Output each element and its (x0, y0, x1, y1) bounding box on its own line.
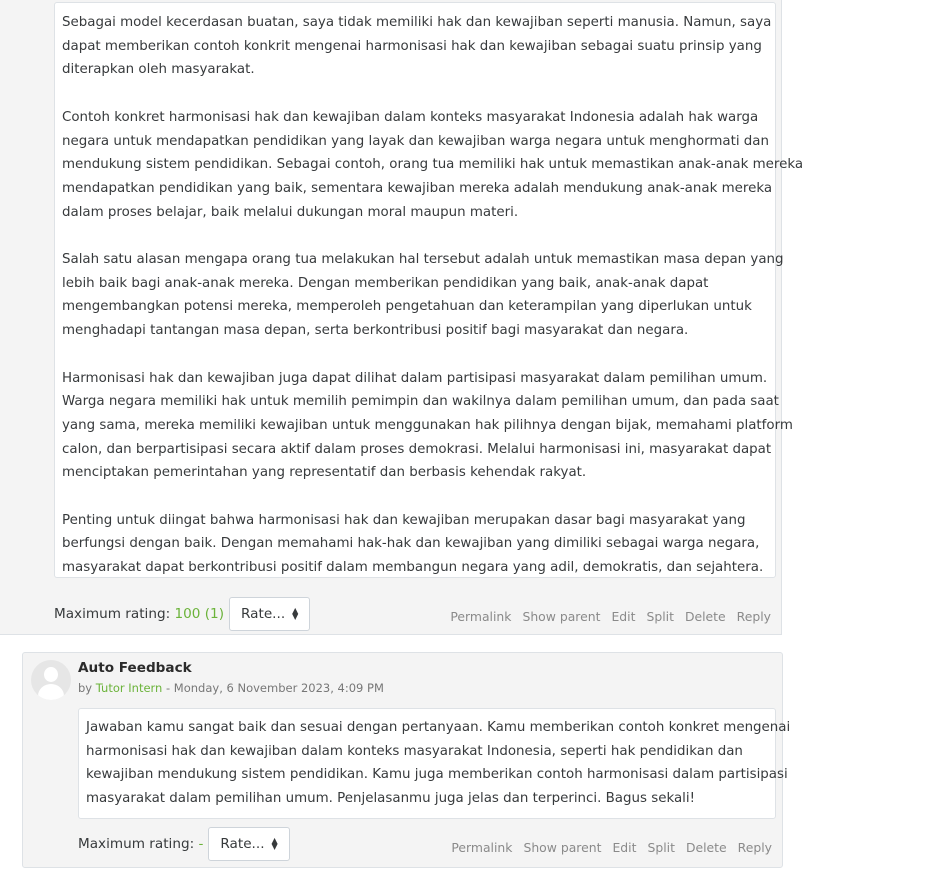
post-title: Auto Feedback (78, 660, 192, 676)
text-line: Warga negara memiliki hak untuk memilih … (62, 394, 779, 410)
show-parent-link[interactable]: Show parent (523, 840, 601, 855)
reply-link[interactable]: Reply (737, 609, 771, 624)
author-link[interactable]: Tutor Intern (96, 681, 163, 695)
rating-label: Maximum rating: (54, 606, 171, 622)
text-line: mengembangkan potensi mereka, memperoleh… (62, 299, 752, 315)
text-line: berfungsi dengan baik. Dengan memahami h… (62, 536, 760, 552)
paragraph: Harmonisasi hak dan kewajiban juga dapat… (62, 367, 793, 486)
post-footer: Maximum rating: 100 (1) Rate... ▲ ▼ (54, 597, 311, 631)
text-line: Sebagai model kecerdasan buatan, saya ti… (62, 15, 772, 30)
split-link[interactable]: Split (646, 609, 673, 624)
text-line: masyarakat dalam pemilihan umum. Penjela… (86, 791, 695, 807)
text-line: Jawaban kamu sangat baik dan sesuai deng… (86, 720, 791, 735)
select-arrows-icon: ▲ ▼ (292, 606, 299, 621)
rate-select-value: Rate... (241, 606, 286, 622)
delete-link[interactable]: Delete (686, 840, 727, 855)
text-line: mendapatkan pendidikan yang baik, sement… (62, 180, 773, 196)
split-link[interactable]: Split (647, 840, 674, 855)
text-line: Harmonisasi hak dan kewajiban juga dapat… (62, 370, 768, 386)
post-footer: Maximum rating: - Rate... ▲ ▼ (78, 827, 290, 861)
text-line: Penting untuk diingat bahwa harmonisasi … (62, 512, 746, 528)
paragraph: Sebagai model kecerdasan buatan, saya ti… (62, 11, 772, 82)
text-line: diterapkan oleh masyarakat. (62, 62, 255, 78)
avatar[interactable] (31, 660, 71, 700)
text-line: negara untuk mendapatkan pendidikan yang… (62, 133, 770, 149)
post-actions: Permalink Show parent Edit Split Delete Reply (451, 840, 772, 855)
text-line: menciptakan pemerintahan yang representa… (62, 465, 587, 481)
by-label: by (78, 681, 93, 695)
text-line: calon, dan berpartisipasi secara aktif d… (62, 441, 772, 457)
text-line: dapat memberikan contoh konkrit mengenai… (62, 38, 762, 54)
rate-select[interactable]: Rate... ▲ ▼ (208, 827, 290, 861)
rating-label: Maximum rating: (78, 836, 195, 852)
text-line: harmonisasi hak dan kewajiban dalam kont… (86, 743, 743, 759)
text-line: mendukung sistem pendidikan. Sebagai con… (62, 157, 804, 173)
post-date: - Monday, 6 November 2023, 4:09 PM (162, 681, 384, 695)
forum-post: Sebagai model kecerdasan buatan, saya ti… (0, 0, 804, 635)
text-line: dalam proses belajar, baik melalui dukun… (62, 204, 519, 220)
text-line: lebih baik bagi anak-anak mereka. Dengan… (62, 275, 709, 291)
post-content: Sebagai model kecerdasan buatan, saya ti… (54, 2, 804, 580)
rating-value: - (198, 836, 204, 852)
text-line: yang sama, mereka memiliki kewajiban unt… (62, 417, 793, 433)
text-line: menghadapi tantangan masa depan, serta b… (62, 323, 689, 339)
rate-select[interactable]: Rate... ▲ ▼ (229, 597, 311, 631)
text-line: kewajiban mendukung sistem pendidikan. K… (86, 767, 788, 783)
edit-link[interactable]: Edit (612, 840, 636, 855)
rating-value: 100 (1) (174, 606, 225, 622)
text-line: masyarakat dapat berkontribusi positif d… (62, 560, 764, 576)
permalink-link[interactable]: Permalink (450, 609, 511, 624)
forum-reply: Auto Feedback by Tutor Intern - Monday, … (22, 652, 791, 868)
show-parent-link[interactable]: Show parent (522, 609, 600, 624)
permalink-link[interactable]: Permalink (451, 840, 512, 855)
delete-link[interactable]: Delete (685, 609, 726, 624)
post-byline: by Tutor Intern - Monday, 6 November 202… (78, 681, 384, 695)
text-line: Contoh konkret harmonisasi hak dan kewaj… (62, 109, 759, 125)
paragraph: Salah satu alasan mengapa orang tua mela… (62, 248, 784, 343)
select-arrows-icon: ▲ ▼ (271, 836, 278, 851)
post-actions: Permalink Show parent Edit Split Delete Reply (450, 609, 771, 624)
reply-link[interactable]: Reply (738, 840, 772, 855)
paragraph: Penting untuk diingat bahwa harmonisasi … (62, 509, 768, 580)
post-content: Jawaban kamu sangat baik dan sesuai deng… (78, 708, 791, 819)
rate-select-value: Rate... (220, 836, 265, 852)
text-line: Salah satu alasan mengapa orang tua mela… (62, 252, 784, 267)
edit-link[interactable]: Edit (611, 609, 635, 624)
paragraph: Jawaban kamu sangat baik dan sesuai deng… (86, 716, 791, 811)
paragraph: Contoh konkret harmonisasi hak dan kewaj… (62, 106, 804, 225)
